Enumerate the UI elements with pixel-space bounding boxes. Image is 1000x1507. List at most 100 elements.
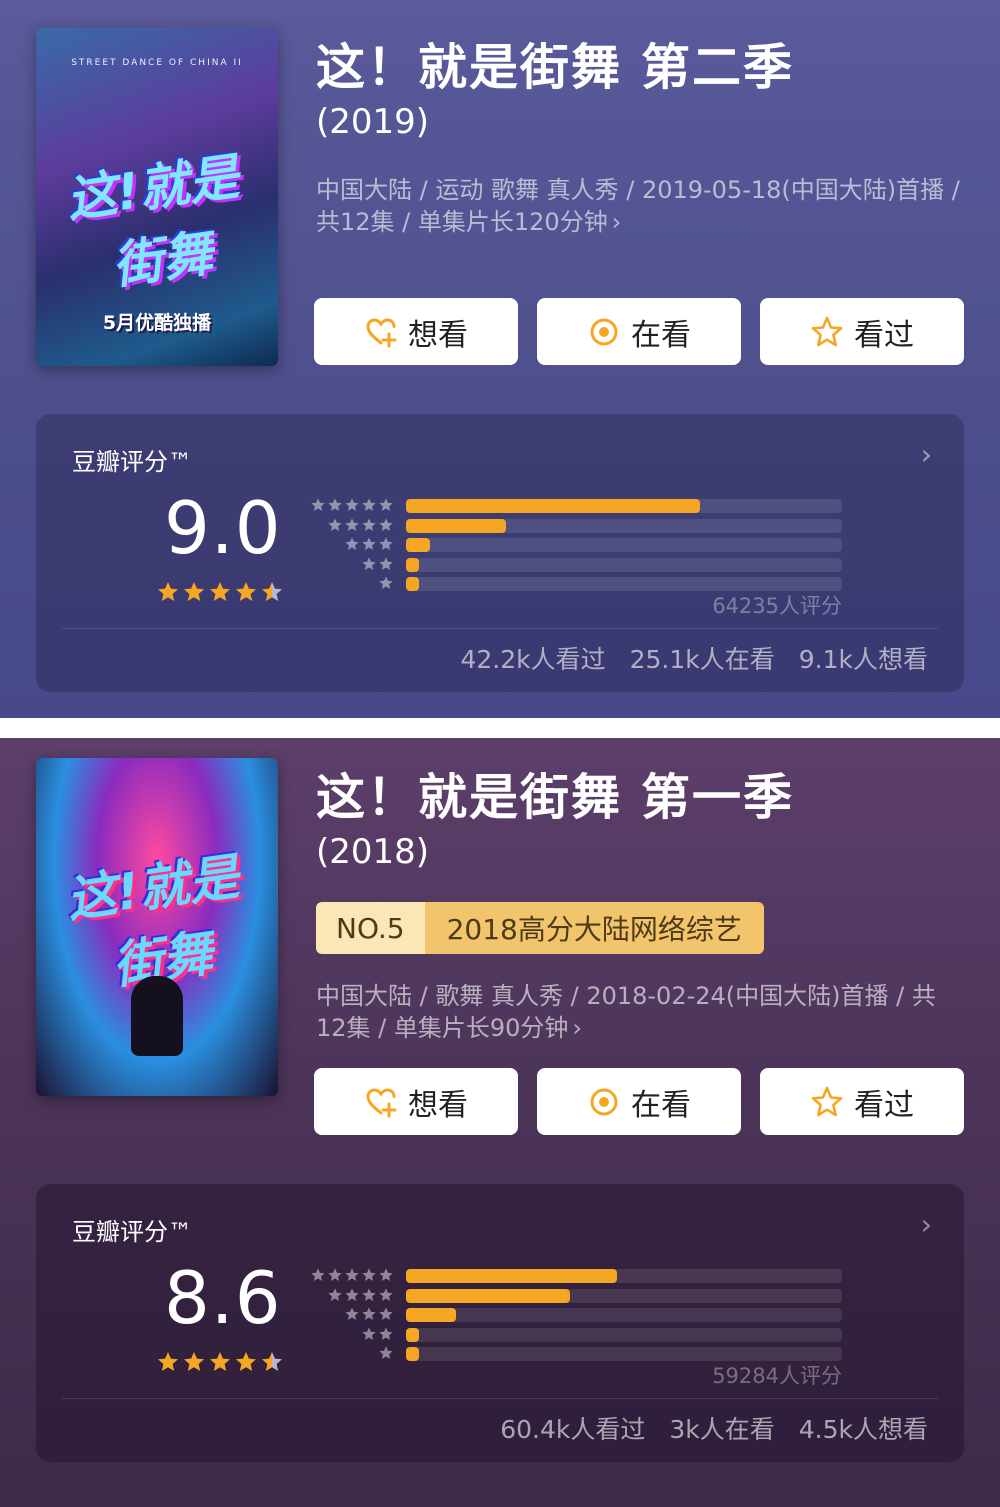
divider [62,628,938,629]
show-meta-text: 中国大陆 / 运动 歌舞 真人秀 / 2019-05-18(中国大陆)首播 / … [316,176,960,236]
watched-count: 60.4k人看过 [500,1415,646,1444]
rating-count: 59284人评分 [712,1364,842,1388]
want-to-watch-button[interactable]: 想看 [314,1068,518,1135]
watching-button[interactable]: 在看 [537,1068,741,1135]
distribution-row-2-star [306,1325,846,1345]
distribution-row-3-star [306,1305,846,1325]
poster-bottom-text: 5月优酷独播 [102,312,212,334]
distribution-stars [361,1326,394,1342]
watching-label: 在看 [631,1087,691,1123]
rating-label: 豆瓣评分™ [72,448,192,476]
star-icon [158,582,178,601]
distribution-track [406,518,842,533]
star-half-icon [262,582,282,601]
star-icon [328,1287,342,1301]
distribution-stars [327,517,394,533]
distribution-bar [406,1269,618,1283]
distribution-stars [327,1287,394,1303]
poster-image[interactable]: 这!就是街舞 [36,758,278,1096]
star-icon [345,537,359,550]
watching-label: 在看 [631,317,691,353]
watching-button[interactable]: 在看 [537,298,741,365]
distribution-stars [361,556,394,572]
star-icon [210,582,230,601]
star-icon [362,537,376,550]
rating-distribution [306,496,846,594]
star-icon [362,1287,376,1301]
audience-stats: 42.2k人看过 25.1k人在看 9.1k人想看 [460,640,928,676]
action-buttons: 想看 在看 看过 [314,1068,964,1135]
star-icon [379,1307,393,1320]
poster-image[interactable]: STREET DANCE OF CHINA II 这!就是街舞 5月优酷独播 [36,28,278,366]
star-icon [184,1352,204,1371]
ranking-badge[interactable]: NO.5 2018高分大陆网络综艺 [316,902,764,954]
star-icon [328,1268,342,1281]
show-meta[interactable]: 中国大陆 / 歌舞 真人秀 / 2018-02-24(中国大陆)首播 / 共12… [316,980,966,1044]
distribution-bar [406,1327,420,1342]
rating-card[interactable]: 豆瓣评分™ › 8.6 59284人评分 60.4k人看过 3k人在看 4.5k… [36,1184,964,1462]
star-icon [210,1352,230,1371]
distribution-bar [406,499,701,513]
distribution-track [406,538,842,552]
star-icon [362,517,376,531]
show-title: 这！就是街舞 第一季 [316,769,795,826]
divider [62,1398,938,1399]
rating-label: 豆瓣评分™ [72,1218,192,1246]
star-icon [379,1346,393,1359]
ranking-text: 2018高分大陆网络综艺 [424,902,764,954]
star-icon [379,1326,393,1340]
want-count: 9.1k人想看 [798,645,928,674]
distribution-row-4-star [306,1286,846,1306]
star-icon [362,1268,376,1281]
distribution-track [406,1288,842,1303]
ranking-number: NO.5 [316,902,425,954]
star-icon [345,1287,359,1301]
watched-label: 看过 [854,1087,914,1123]
distribution-bar [406,1347,420,1361]
distribution-row-5-star [306,496,846,516]
rating-score: 8.6 [164,1256,282,1340]
poster-figure [131,976,183,1056]
star-icon [362,1326,376,1340]
distribution-track [406,1327,842,1342]
watched-button[interactable]: 看过 [760,298,964,365]
want-count: 4.5k人想看 [798,1415,928,1444]
watched-count: 42.2k人看过 [460,645,606,674]
star-icon [379,576,393,589]
star-icon [379,556,393,570]
rating-card[interactable]: 豆瓣评分™ › 9.0 64235人评分 42.2k人看过 25.1k人在看 9… [36,414,964,692]
show-meta[interactable]: 中国大陆 / 运动 歌舞 真人秀 / 2019-05-18(中国大陆)首播 / … [316,174,966,238]
action-buttons: 想看 在看 看过 [314,298,964,365]
star-icon [328,517,342,531]
distribution-bar [406,557,420,572]
want-to-watch-button[interactable]: 想看 [314,298,518,365]
distribution-track [406,499,842,513]
star-icon [236,582,256,601]
star-icon [379,537,393,550]
want-to-watch-label: 想看 [408,1087,468,1123]
watched-button[interactable]: 看过 [760,1068,964,1135]
star-icon [362,1307,376,1320]
chevron-right-icon: › [920,438,932,471]
star-icon [379,498,393,511]
distribution-stars [310,497,394,513]
watching-count: 25.1k人在看 [629,645,775,674]
star-icon [184,582,204,601]
distribution-track [406,557,842,572]
watched-label: 看过 [854,317,914,353]
star-icon [311,498,325,511]
distribution-bar [406,1288,570,1303]
poster-top-text: STREET DANCE OF CHINA II [71,58,243,68]
watching-count: 3k人在看 [669,1415,775,1444]
distribution-bar [406,518,507,533]
star-icon [345,1268,359,1281]
star-outline-icon [811,316,843,346]
distribution-track [406,1308,842,1322]
distribution-track [406,1347,842,1361]
score-stars [156,580,284,604]
chevron-right-icon: › [572,1014,583,1042]
distribution-bar [406,1308,457,1322]
distribution-stars [310,1267,394,1283]
star-icon [328,498,342,511]
star-icon [236,1352,256,1371]
